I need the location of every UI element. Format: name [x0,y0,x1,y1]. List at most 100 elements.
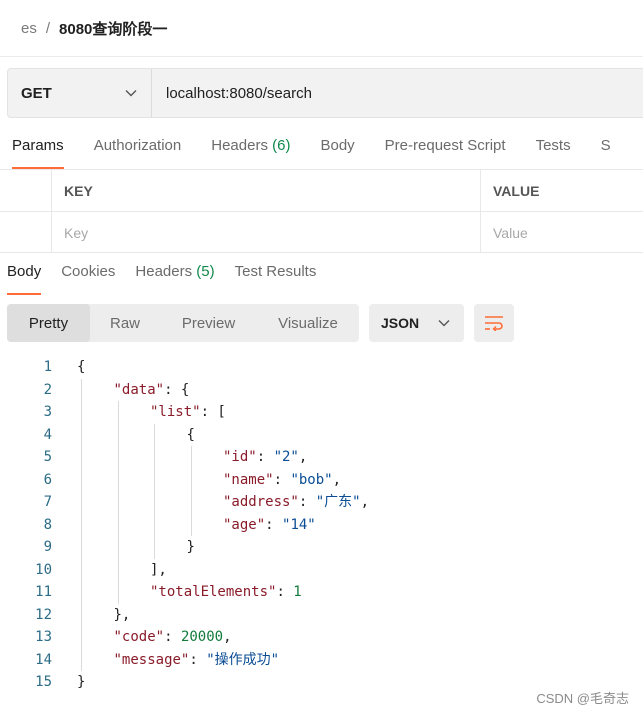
line-number: 3 [43,404,52,420]
code-token: "code" [113,629,165,645]
breadcrumb: es / 8080查询阶段一 [21,17,167,39]
header-divider [0,56,643,57]
line-number: 13 [35,629,52,645]
view-preview-button[interactable]: Preview [160,304,257,342]
chevron-down-icon [125,90,137,97]
view-raw-button[interactable]: Raw [90,304,160,342]
view-pretty-button[interactable]: Pretty [7,304,90,342]
tab-label: Headers [211,137,268,154]
indent-guide [154,423,155,559]
tab-headers[interactable]: Headers (6) [211,137,290,159]
view-mode-group: Pretty Raw Preview Visualize [7,304,359,342]
format-select[interactable]: JSON [369,304,464,342]
line-number: 5 [43,449,52,465]
code-line: 6 "name": "bob", [0,469,643,492]
code-line: 3 "list": [ [0,401,643,424]
params-empty-row: Key Value [0,212,643,254]
checkbox-column [0,170,52,211]
tab-body[interactable]: Body [320,137,354,159]
line-content: } [187,536,195,559]
line-number: 1 [43,359,52,375]
url-text: localhost:8080/search [166,84,312,102]
line-number: 7 [43,494,52,510]
code-line: 8 "age": "14" [0,514,643,537]
code-token: "bob" [290,471,333,488]
wrap-lines-button[interactable] [474,304,514,342]
code-line: 11 "totalElements": 1 [0,581,643,604]
code-token: "message" [113,651,190,668]
params-header-row: KEY VALUE [0,170,643,212]
code-token: { [77,359,86,375]
headers-count: (6) [272,137,291,154]
line-content: { [77,356,85,379]
code-token: "address" [223,494,299,510]
code-token: "list" [150,404,201,420]
view-visualize-button[interactable]: Visualize [257,304,359,342]
tab-cookies[interactable]: Cookies [61,263,115,285]
tab-label: Headers [135,263,193,280]
method-select[interactable]: GET [8,69,152,117]
indent-guide [117,401,119,604]
code-token: 20000 [180,629,224,645]
code-token: "id" [223,449,257,465]
code-token: , [332,471,342,488]
code-token: "data" [113,381,165,398]
indent-guide [190,446,192,536]
code-token: : [273,471,291,488]
line-content: "name": "bob", [223,469,341,492]
code-line: 14 "message": "操作成功" [0,649,643,672]
line-number: 2 [43,381,52,398]
param-value-input[interactable]: Value [481,212,643,253]
tab-test-results[interactable]: Test Results [235,263,317,285]
code-token: "name" [223,471,274,488]
request-bar: GET localhost:8080/search [7,68,643,118]
tab-label: Tests [535,137,571,154]
line-number: 14 [35,651,52,668]
param-checkbox[interactable] [0,212,52,253]
code-token: { [186,426,195,443]
line-number: 12 [35,606,52,623]
code-line: 4{ [0,424,643,447]
tab-response-headers[interactable]: Headers (5) [135,263,214,285]
code-line: 2 "data": { [0,379,643,402]
line-content: "list": [ [150,401,226,424]
key-column-header: KEY [52,170,481,211]
code-token: }, [113,606,131,623]
response-headers-count: (5) [196,263,215,280]
tab-label: Params [12,137,64,154]
value-column-header: VALUE [493,182,540,199]
tab-tests[interactable]: Tests [536,137,571,159]
code-token: } [77,674,86,690]
breadcrumb-collection[interactable]: es [21,20,37,37]
param-key-input[interactable]: Key [52,212,481,253]
indent-guide [81,378,82,671]
tab-pre-request-script[interactable]: Pre-request Script [385,137,506,159]
code-token: : [256,449,274,465]
tab-response-body[interactable]: Body [7,263,42,295]
method-label: GET [21,84,52,102]
tab-authorization[interactable]: Authorization [94,137,182,159]
tab-label: Body [320,137,355,154]
tab-settings[interactable]: S [601,137,611,159]
line-content: "address": "广东", [223,491,369,514]
line-content: "data": { [114,379,190,402]
params-table: KEY VALUE Key Value [0,169,643,253]
line-number: 11 [35,584,52,600]
code-line: 1{ [0,356,643,379]
code-token: "totalElements" [150,584,277,600]
response-body-viewer[interactable]: 1{2 "data": {3 "list": [4{5 "id": "2", 6 "nam… [0,356,643,694]
code-token: 1 [293,584,302,600]
tab-label: Pre-request Script [384,137,506,154]
code-token: : { [164,381,190,398]
code-token: "age" [223,516,266,533]
code-token: : [189,651,207,668]
code-token: : [ [200,404,226,420]
request-name[interactable]: 8080查询阶段一 [59,18,167,39]
line-number: 10 [35,561,52,578]
code-line: 7 "address": "广东", [0,491,643,514]
url-input[interactable]: localhost:8080/search [152,69,643,117]
code-token: , [298,449,308,465]
tab-params[interactable]: Params [12,137,64,169]
code-token: "14" [282,516,316,533]
line-number: 4 [43,426,52,443]
